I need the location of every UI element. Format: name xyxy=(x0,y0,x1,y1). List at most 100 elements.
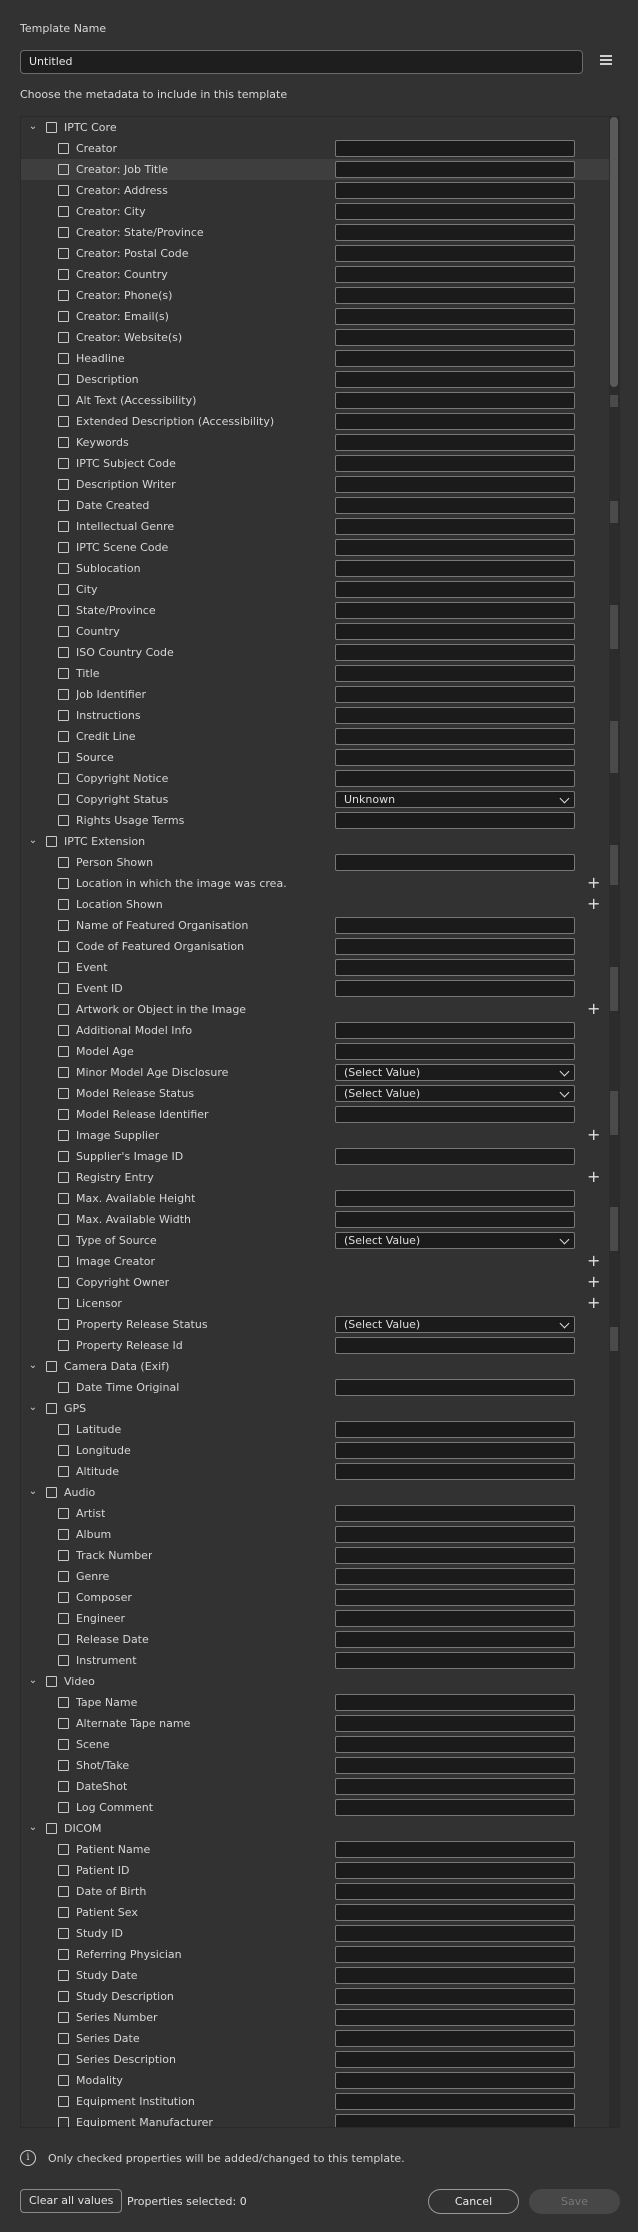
property-value-select[interactable]: (Select Value) xyxy=(335,1316,575,1333)
property-checkbox[interactable] xyxy=(58,1991,69,2002)
property-value-field[interactable] xyxy=(335,413,575,430)
menu-icon[interactable] xyxy=(600,55,612,67)
group-camera-data-exif[interactable]: ⌄ Camera Data (Exif) xyxy=(21,1356,619,1377)
property-value-field[interactable] xyxy=(335,1589,575,1606)
property-value-field[interactable] xyxy=(335,1736,575,1753)
property-checkbox[interactable] xyxy=(58,521,69,532)
property-checkbox[interactable] xyxy=(58,416,69,427)
chevron-down-icon[interactable]: ⌄ xyxy=(27,121,39,133)
property-row-creator-job-title[interactable]: Creator: Job Title xyxy=(21,159,619,180)
property-row-longitude[interactable]: Longitude xyxy=(21,1440,619,1461)
group-audio[interactable]: ⌄ Audio xyxy=(21,1482,619,1503)
property-row-instrument[interactable]: Instrument xyxy=(21,1650,619,1671)
property-checkbox[interactable] xyxy=(58,437,69,448)
property-row-licensor[interactable]: Licensor + xyxy=(21,1293,619,1314)
property-row-extended-description-accessibility[interactable]: Extended Description (Accessibility) xyxy=(21,411,619,432)
property-checkbox[interactable] xyxy=(58,1844,69,1855)
property-row-source[interactable]: Source xyxy=(21,747,619,768)
add-icon[interactable]: + xyxy=(587,1000,600,1018)
property-row-city[interactable]: City xyxy=(21,579,619,600)
property-value-field[interactable] xyxy=(335,707,575,724)
property-checkbox[interactable] xyxy=(58,395,69,406)
property-row-shot-take[interactable]: Shot/Take xyxy=(21,1755,619,1776)
chevron-down-icon[interactable]: ⌄ xyxy=(27,835,39,847)
property-checkbox[interactable] xyxy=(58,1781,69,1792)
property-value-field[interactable] xyxy=(335,329,575,346)
property-value-field[interactable] xyxy=(335,392,575,409)
property-value-field[interactable] xyxy=(335,812,575,829)
group-checkbox[interactable] xyxy=(46,122,57,133)
property-checkbox[interactable] xyxy=(58,920,69,931)
property-value-field[interactable] xyxy=(335,1631,575,1648)
property-value-select[interactable]: Unknown xyxy=(335,791,575,808)
property-row-album[interactable]: Album xyxy=(21,1524,619,1545)
property-checkbox[interactable] xyxy=(58,164,69,175)
property-row-location-in-which-the-image-was-crea[interactable]: Location in which the image was crea... + xyxy=(21,873,619,894)
property-row-composer[interactable]: Composer xyxy=(21,1587,619,1608)
property-row-scene[interactable]: Scene xyxy=(21,1734,619,1755)
property-value-field[interactable] xyxy=(335,371,575,388)
property-row-log-comment[interactable]: Log Comment xyxy=(21,1797,619,1818)
property-row-job-identifier[interactable]: Job Identifier xyxy=(21,684,619,705)
property-row-supplier-s-image-id[interactable]: Supplier's Image ID xyxy=(21,1146,619,1167)
property-checkbox[interactable] xyxy=(58,1025,69,1036)
property-row-alternate-tape-name[interactable]: Alternate Tape name xyxy=(21,1713,619,1734)
group-checkbox[interactable] xyxy=(46,1403,57,1414)
group-video[interactable]: ⌄ Video xyxy=(21,1671,619,1692)
property-checkbox[interactable] xyxy=(58,1340,69,1351)
chevron-down-icon[interactable]: ⌄ xyxy=(27,1822,39,1834)
add-icon[interactable]: + xyxy=(587,874,600,892)
property-checkbox[interactable] xyxy=(58,794,69,805)
property-row-equipment-manufacturer[interactable]: Equipment Manufacturer xyxy=(21,2112,619,2127)
property-checkbox[interactable] xyxy=(58,332,69,343)
chevron-down-icon[interactable]: ⌄ xyxy=(27,1360,39,1372)
property-row-property-release-id[interactable]: Property Release Id xyxy=(21,1335,619,1356)
property-value-field[interactable] xyxy=(335,770,575,787)
property-checkbox[interactable] xyxy=(58,2012,69,2023)
property-row-creator-state-province[interactable]: Creator: State/Province xyxy=(21,222,619,243)
property-value-field[interactable] xyxy=(335,1505,575,1522)
property-checkbox[interactable] xyxy=(58,647,69,658)
property-value-field[interactable] xyxy=(335,1946,575,1963)
property-row-creator-address[interactable]: Creator: Address xyxy=(21,180,619,201)
property-value-select[interactable]: (Select Value) xyxy=(335,1064,575,1081)
property-row-track-number[interactable]: Track Number xyxy=(21,1545,619,1566)
property-checkbox[interactable] xyxy=(58,689,69,700)
property-checkbox[interactable] xyxy=(58,1172,69,1183)
property-value-field[interactable] xyxy=(335,140,575,157)
property-value-field[interactable] xyxy=(335,2093,575,2110)
property-checkbox[interactable] xyxy=(58,941,69,952)
property-value-field[interactable] xyxy=(335,1841,575,1858)
property-value-field[interactable] xyxy=(335,455,575,472)
property-checkbox[interactable] xyxy=(58,2096,69,2107)
property-value-field[interactable] xyxy=(335,938,575,955)
property-checkbox[interactable] xyxy=(58,500,69,511)
property-row-patient-name[interactable]: Patient Name xyxy=(21,1839,619,1860)
property-row-headline[interactable]: Headline xyxy=(21,348,619,369)
property-checkbox[interactable] xyxy=(58,1046,69,1057)
property-checkbox[interactable] xyxy=(58,1529,69,1540)
property-value-field[interactable] xyxy=(335,1043,575,1060)
property-row-iso-country-code[interactable]: ISO Country Code xyxy=(21,642,619,663)
property-checkbox[interactable] xyxy=(58,1424,69,1435)
group-checkbox[interactable] xyxy=(46,1676,57,1687)
property-row-max-available-width[interactable]: Max. Available Width xyxy=(21,1209,619,1230)
property-checkbox[interactable] xyxy=(58,1760,69,1771)
property-row-release-date[interactable]: Release Date xyxy=(21,1629,619,1650)
property-value-field[interactable] xyxy=(335,1862,575,1879)
property-checkbox[interactable] xyxy=(58,1550,69,1561)
property-row-iptc-scene-code[interactable]: IPTC Scene Code xyxy=(21,537,619,558)
property-value-field[interactable] xyxy=(335,1757,575,1774)
property-row-location-shown[interactable]: Location Shown + xyxy=(21,894,619,915)
property-checkbox[interactable] xyxy=(58,290,69,301)
property-checkbox[interactable] xyxy=(58,458,69,469)
cancel-button[interactable]: Cancel xyxy=(428,2189,519,2214)
property-row-sublocation[interactable]: Sublocation xyxy=(21,558,619,579)
property-value-field[interactable] xyxy=(335,1526,575,1543)
property-row-iptc-subject-code[interactable]: IPTC Subject Code xyxy=(21,453,619,474)
property-value-field[interactable] xyxy=(335,350,575,367)
property-checkbox[interactable] xyxy=(58,143,69,154)
property-value-field[interactable] xyxy=(335,2030,575,2047)
property-row-series-date[interactable]: Series Date xyxy=(21,2028,619,2049)
property-row-copyright-notice[interactable]: Copyright Notice xyxy=(21,768,619,789)
